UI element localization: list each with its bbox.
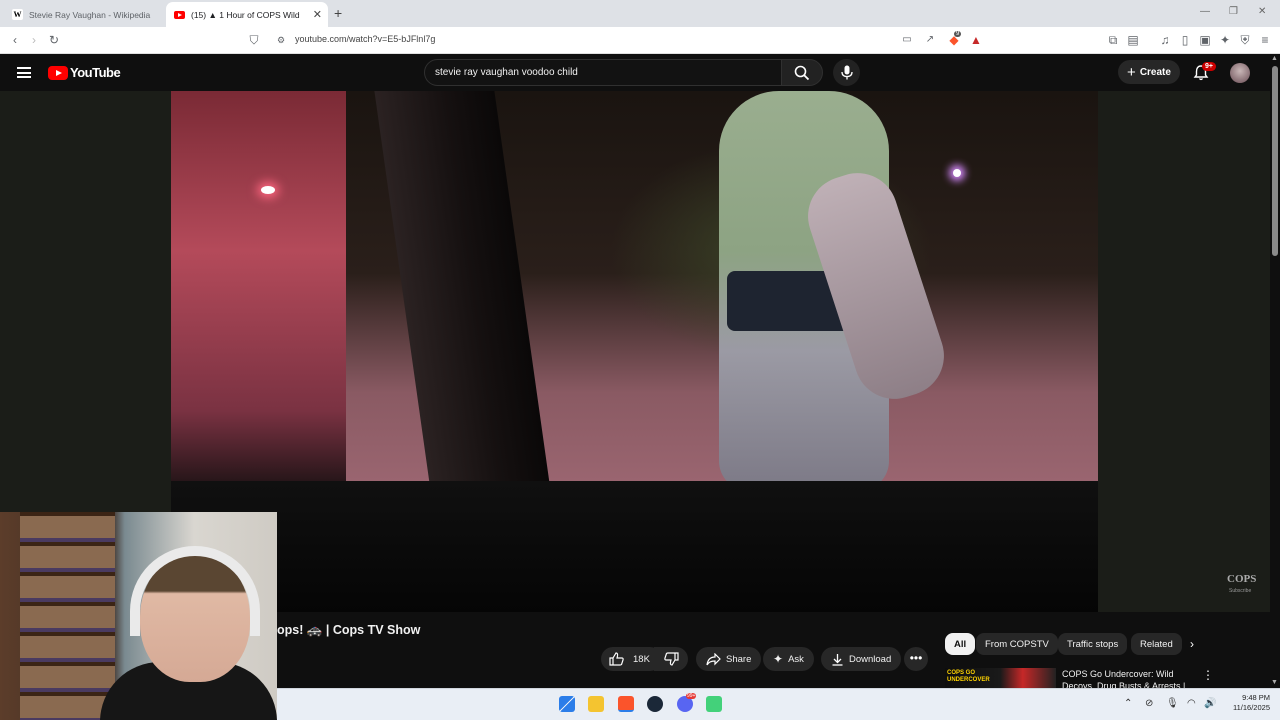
app-icon[interactable] — [706, 696, 722, 712]
search-query: stevie ray vaughan voodoo child — [435, 67, 578, 78]
create-button[interactable]: + Create — [1118, 60, 1180, 84]
plus-icon: + — [1127, 63, 1136, 81]
tray-overflow-icon[interactable]: ⌃ — [1124, 698, 1132, 709]
tab-youtube[interactable]: (15) ▲ 1 Hour of COPS Wild ✕ — [166, 2, 328, 27]
dislike-button[interactable] — [654, 647, 688, 671]
media-icon[interactable]: ♫ — [1157, 32, 1173, 48]
chip-traffic-stops[interactable]: Traffic stops — [1058, 633, 1128, 655]
notification-badge: 9+ — [1202, 62, 1216, 71]
volume-icon[interactable]: 🔊 — [1204, 698, 1216, 709]
address-bar[interactable]: youtube.com/watch?v=E5-bJFlnl7g — [295, 34, 435, 44]
reader-icon[interactable]: ▤ — [1125, 32, 1141, 48]
microphone-icon — [840, 65, 853, 80]
chevron-right-icon[interactable]: › — [1190, 637, 1194, 651]
minimize-icon[interactable]: — — [1200, 6, 1210, 17]
network-off-icon[interactable]: ⊘ — [1145, 698, 1153, 709]
menu-icon[interactable]: ≡ — [1257, 32, 1273, 48]
watermark-subscribe: Subscribe — [1229, 588, 1252, 594]
clock-time: 9:48 PM — [1242, 693, 1270, 702]
channel-watermark[interactable]: COPS — [1227, 573, 1256, 585]
extensions-icon[interactable]: ⧉ — [1105, 32, 1121, 48]
wifi-icon[interactable]: ◠ — [1187, 698, 1196, 709]
like-count: 18K — [633, 653, 650, 665]
video-scene-window — [171, 91, 346, 491]
scrollbar-thumb[interactable] — [1272, 66, 1278, 256]
youtube-masthead: YouTube stevie ray vaughan voodoo child … — [0, 54, 1280, 91]
recommended-title[interactable]: COPS Go Undercover: Wild Decoys, Drug Bu… — [1062, 668, 1192, 688]
download-button[interactable]: Download — [821, 647, 902, 671]
chip-all[interactable]: All — [945, 633, 976, 655]
new-tab-button[interactable]: + — [334, 5, 342, 21]
back-icon[interactable]: ‹ — [7, 32, 23, 48]
tab-wikipedia[interactable]: W Stevie Ray Vaughan - Wikipedia — [4, 2, 166, 27]
ask-button[interactable]: ✦ Ask — [763, 647, 814, 671]
webcam-overlay — [0, 512, 277, 720]
file-explorer-icon[interactable] — [588, 696, 604, 712]
sidebar-icon[interactable]: ▯ — [1177, 32, 1193, 48]
tab-label: Stevie Ray Vaughan - Wikipedia — [29, 9, 151, 20]
ask-label: Ask — [788, 653, 804, 665]
video-title: ops! 🚓 | Cops TV Show — [277, 623, 421, 637]
more-vertical-icon[interactable]: ⋮ — [1202, 668, 1214, 682]
mic-tray-icon[interactable]: 🎙 — [1166, 698, 1179, 709]
chip-from-channel[interactable]: From COPSTV — [976, 633, 1058, 655]
like-button[interactable]: 18K — [601, 647, 662, 671]
search-button[interactable] — [781, 59, 823, 86]
clock-date: 11/16/2025 — [1233, 703, 1270, 712]
scroll-up-icon[interactable]: ▲ — [1271, 55, 1278, 62]
browser-toolbar: ‹ › ↻ ⛉ ⚙ youtube.com/watch?v=E5-bJFlnl7… — [0, 27, 1280, 54]
thumbs-down-icon — [663, 652, 679, 666]
webcam-headset — [130, 546, 260, 636]
video-scene-light — [953, 169, 961, 177]
browser-tabstrip: W Stevie Ray Vaughan - Wikipedia (15) ▲ … — [0, 0, 1280, 27]
reload-icon[interactable]: ↻ — [46, 32, 62, 48]
steam-icon[interactable] — [647, 696, 663, 712]
windows-start-icon[interactable] — [559, 696, 575, 712]
restore-icon[interactable]: ❐ — [1229, 6, 1238, 17]
download-icon — [832, 653, 843, 666]
youtube-logo-icon — [48, 65, 68, 80]
forward-icon[interactable]: › — [26, 32, 42, 48]
account-avatar[interactable] — [1230, 63, 1250, 83]
download-label: Download — [849, 653, 892, 665]
share-page-icon[interactable]: ↗ — [922, 32, 938, 48]
screen: W Stevie Ray Vaughan - Wikipedia (15) ▲ … — [0, 0, 1280, 720]
share-button[interactable]: Share — [696, 647, 762, 671]
wikipedia-icon: W — [12, 9, 23, 20]
guide-menu-icon[interactable] — [17, 67, 31, 78]
search-icon — [794, 65, 810, 80]
discord-badge: 99+ — [686, 693, 697, 699]
more-actions-button[interactable]: ••• — [904, 647, 928, 671]
video-scene-dashboard — [171, 481, 1098, 612]
chip-related[interactable]: Related — [1131, 633, 1182, 655]
bookmark-icon[interactable]: ⛉ — [246, 32, 262, 48]
system-clock[interactable]: 9:48 PM 11/16/2025 — [1226, 693, 1270, 713]
search-input[interactable]: stevie ray vaughan voodoo child — [424, 59, 782, 86]
brave-browser-icon[interactable] — [618, 696, 634, 712]
wallet-icon[interactable]: ▣ — [1197, 32, 1213, 48]
create-label: Create — [1139, 66, 1171, 78]
thumbs-up-icon — [609, 652, 624, 666]
share-label: Share — [726, 653, 752, 665]
tab-label: (15) ▲ 1 Hour of COPS Wild — [191, 9, 300, 20]
video-scene-light — [261, 186, 275, 194]
share-icon — [706, 652, 721, 665]
brave-rewards-icon[interactable]: ▲ — [968, 32, 984, 48]
thumbnail-caption: COPS GO UNDERCOVER — [947, 670, 990, 683]
close-window-icon[interactable]: ✕ — [1258, 6, 1266, 17]
site-settings-icon[interactable]: ⚙ — [273, 32, 289, 48]
voice-search-button[interactable] — [833, 59, 860, 86]
scroll-down-icon[interactable]: ▼ — [1271, 679, 1278, 686]
logo-text: YouTube — [70, 65, 121, 80]
youtube-logo[interactable]: YouTube — [48, 65, 121, 80]
leo-ai-icon[interactable]: ✦ — [1217, 32, 1233, 48]
cast-icon[interactable]: ▭ — [899, 32, 915, 48]
webcam-bookshelf — [20, 512, 115, 720]
close-tab-icon[interactable]: ✕ — [313, 8, 322, 21]
sparkle-icon: ✦ — [773, 652, 784, 666]
youtube-icon — [174, 10, 185, 19]
more-horizontal-icon: ••• — [909, 651, 923, 665]
video-frame[interactable] — [171, 91, 1098, 612]
vpn-icon[interactable]: ⛨ — [1237, 32, 1253, 48]
